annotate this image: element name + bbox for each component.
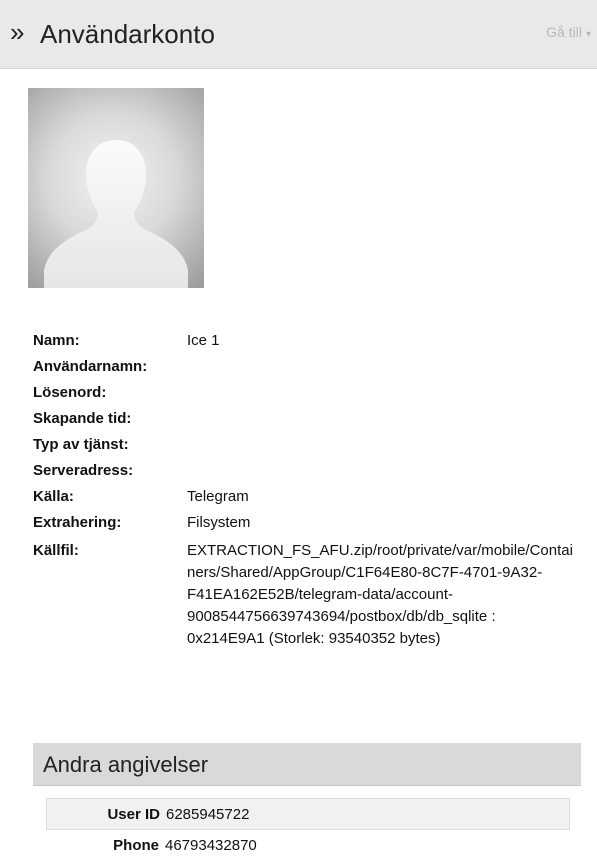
detail-row-extraction: Extrahering: Filsystem xyxy=(33,514,593,540)
section-title: Andra angivelser xyxy=(43,752,209,777)
detail-value: Telegram xyxy=(187,488,249,505)
detail-label: Källa: xyxy=(33,488,74,505)
property-value: 46793432870 xyxy=(165,836,257,854)
detail-label: Källfil: xyxy=(33,542,79,559)
property-value: 6285945722 xyxy=(166,805,250,823)
avatar xyxy=(28,88,204,288)
detail-label: Skapande tid: xyxy=(33,410,132,427)
source-file-path[interactable]: EXTRACTION_FS_AFU.zip/root/private/var/m… xyxy=(187,540,577,650)
detail-label: Typ av tjänst: xyxy=(33,436,129,453)
table-row: Phone 46793432870 xyxy=(46,830,570,860)
detail-label: Serveradress: xyxy=(33,462,134,479)
detail-row-service-type: Typ av tjänst: xyxy=(33,436,593,462)
detail-row-password: Lösenord: xyxy=(33,384,593,410)
detail-label: Extrahering: xyxy=(33,514,122,531)
user-silhouette-icon xyxy=(44,140,188,288)
detail-label: Lösenord: xyxy=(33,384,107,401)
property-key: Phone xyxy=(113,836,159,854)
detail-row-source-file: Källfil: EXTRACTION_FS_AFU.zip/root/priv… xyxy=(33,540,593,650)
other-properties-table: User ID 6285945722 Phone 46793432870 xyxy=(46,798,570,860)
detail-row-server-address: Serveradress: xyxy=(33,462,593,488)
detail-row-username: Användarnamn: xyxy=(33,358,593,384)
page-title: Användarkonto xyxy=(40,19,215,49)
detail-label: Användarnamn: xyxy=(33,358,148,375)
collapse-chevron-icon[interactable]: » xyxy=(10,18,24,46)
goto-dropdown[interactable]: Gå till ▾ xyxy=(546,24,591,43)
header-bar: » Användarkonto Gå till ▾ xyxy=(0,0,597,69)
section-header-other: Andra angivelser xyxy=(33,743,581,786)
property-key: User ID xyxy=(107,805,160,823)
detail-label: Namn: xyxy=(33,332,80,349)
account-details: Namn: Ice 1 Användarnamn: Lösenord: Skap… xyxy=(33,332,593,650)
table-row: User ID 6285945722 xyxy=(46,798,570,830)
detail-value: Ice 1 xyxy=(187,332,220,349)
detail-value: Filsystem xyxy=(187,514,251,531)
detail-row-created: Skapande tid: xyxy=(33,410,593,436)
detail-row-source: Källa: Telegram xyxy=(33,488,593,514)
chevron-down-icon: ▾ xyxy=(585,29,591,40)
goto-label: Gå till xyxy=(546,24,582,40)
detail-row-name: Namn: Ice 1 xyxy=(33,332,593,358)
